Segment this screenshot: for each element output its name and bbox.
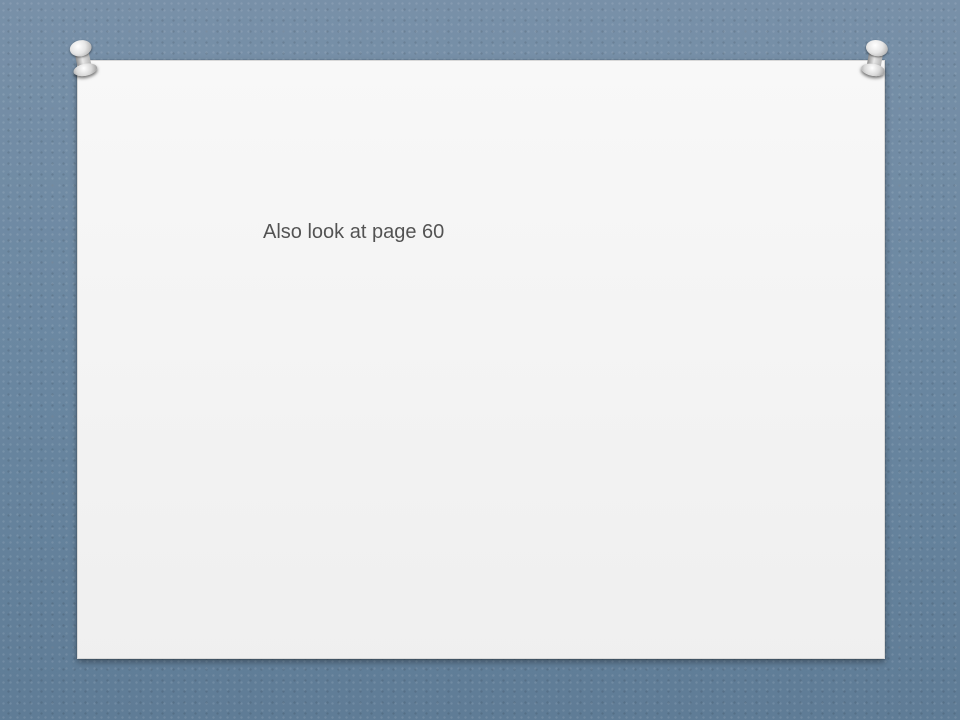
pushpin-left-icon	[66, 38, 99, 81]
slide-board: Also look at page 60	[77, 60, 885, 659]
slide-background: { "slide": { "body_text": "Also look at …	[0, 0, 960, 720]
slide-body-text: Also look at page 60	[263, 221, 445, 243]
pushpin-base	[860, 61, 886, 78]
pushpin-right-icon	[859, 38, 891, 80]
